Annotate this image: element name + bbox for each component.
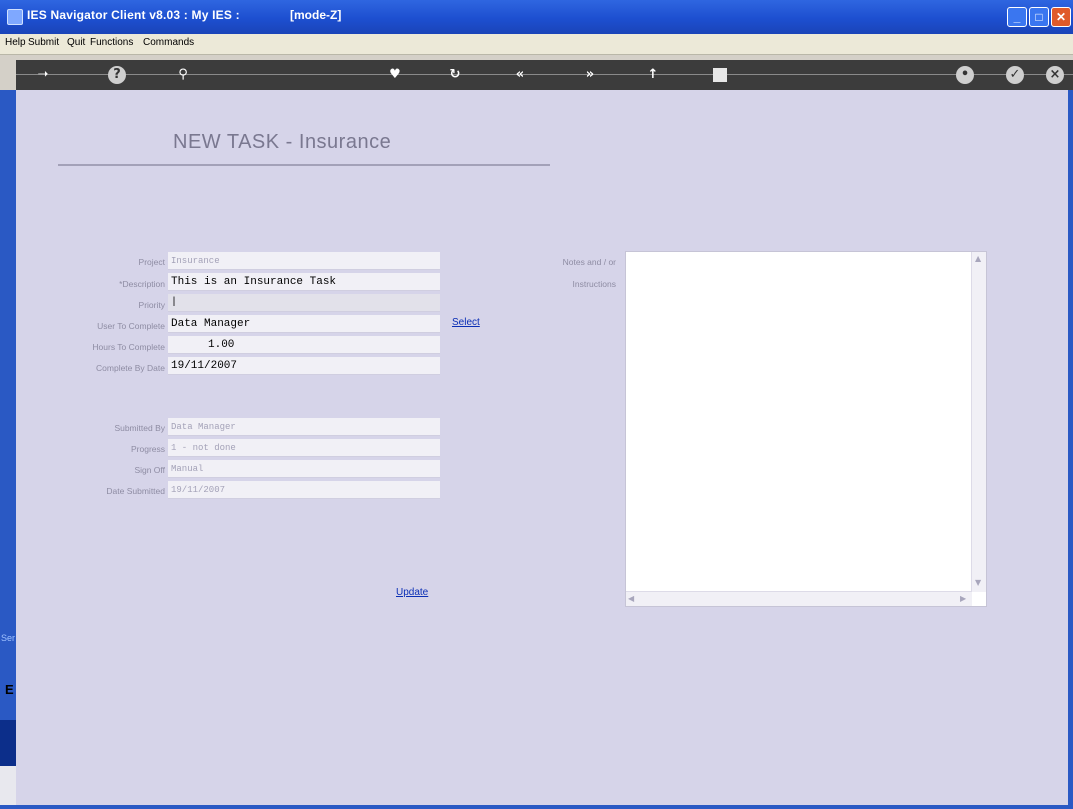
app-icon <box>7 9 23 25</box>
bottom-edge <box>0 805 1073 809</box>
progress-field: 1 - not done <box>168 439 440 457</box>
scroll-right-icon[interactable]: ▶ <box>960 594 966 603</box>
toolbar: ➝ ? ⚲ ♥ ↻ « » ↑ • ✓ × <box>16 60 1073 90</box>
menu-help[interactable]: Help <box>5 37 26 48</box>
scroll-down-icon[interactable]: ▼ <box>975 578 981 587</box>
maximize-button[interactable]: □ <box>1029 7 1049 27</box>
menu-submit[interactable]: Submit <box>28 37 59 48</box>
up-icon[interactable]: ↑ <box>644 66 662 84</box>
notes-horizontal-scrollbar[interactable]: ◀ ▶ <box>626 591 972 606</box>
progress-label: Progress <box>130 444 165 454</box>
date-submitted-label: Date Submitted <box>106 486 165 496</box>
window-title: IES Navigator Client v8.03 : My IES : <box>27 8 240 22</box>
menu-functions[interactable]: Functions <box>90 37 133 48</box>
priority-label: Priority <box>138 300 165 310</box>
check-icon[interactable]: ✓ <box>1006 66 1024 84</box>
help-icon[interactable]: ? <box>108 66 126 84</box>
title-divider <box>58 164 550 166</box>
notes-label-line1: Notes and / or <box>562 257 616 267</box>
date-submitted-field: 19/11/2007 <box>168 481 440 499</box>
minimize-button[interactable]: _ <box>1007 7 1027 27</box>
app-window: IES Navigator Client v8.03 : My IES : [m… <box>0 0 1073 809</box>
menu-commands[interactable]: Commands <box>143 37 194 48</box>
sidebar-panel <box>0 766 16 806</box>
sidebar-letter: E <box>5 682 14 697</box>
hours-to-complete-label: Hours To Complete <box>92 342 165 352</box>
sign-off-field: Manual <box>168 460 440 478</box>
right-edge <box>1068 90 1073 809</box>
priority-input[interactable]: | <box>168 294 440 312</box>
heart-icon[interactable]: ♥ <box>386 66 404 84</box>
close-button[interactable]: ✕ <box>1051 7 1071 27</box>
stop-icon[interactable] <box>713 68 727 82</box>
hours-to-complete-input[interactable]: 1.00 <box>168 336 440 354</box>
notes-textarea[interactable]: ▲ ▼ ◀ ▶ <box>625 251 987 607</box>
scroll-left-icon[interactable]: ◀ <box>628 594 634 603</box>
menu-quit[interactable]: Quit <box>67 37 85 48</box>
submitted-by-field: Data Manager <box>168 418 440 436</box>
window-mode: [mode-Z] <box>290 8 342 22</box>
complete-by-date-label: Complete By Date <box>96 363 165 373</box>
forward-icon[interactable]: » <box>581 66 599 84</box>
description-input[interactable]: This is an Insurance Task <box>168 273 440 291</box>
scroll-up-icon[interactable]: ▲ <box>975 254 981 263</box>
user-to-complete-label: User To Complete <box>97 321 165 331</box>
project-label: Project <box>138 257 165 267</box>
user-to-complete-input[interactable]: Data Manager <box>168 315 440 333</box>
description-label: *Description <box>119 279 165 289</box>
menu-bar: Help Submit Quit Functions Commands <box>0 34 1073 55</box>
update-link[interactable]: Update <box>396 587 428 598</box>
complete-by-date-input[interactable]: 19/11/2007 <box>168 357 440 375</box>
page-title: NEW TASK - Insurance <box>173 131 392 153</box>
rewind-icon[interactable]: « <box>511 66 529 84</box>
title-bar[interactable]: IES Navigator Client v8.03 : My IES : [m… <box>0 0 1073 34</box>
submitted-by-label: Submitted By <box>114 423 165 433</box>
arrow-icon[interactable]: ➝ <box>34 66 52 84</box>
project-field[interactable]: Insurance <box>168 252 440 270</box>
notes-vertical-scrollbar[interactable]: ▲ ▼ <box>971 252 986 592</box>
cancel-icon[interactable]: × <box>1046 66 1064 84</box>
refresh-icon[interactable]: ↻ <box>446 66 464 84</box>
select-link[interactable]: Select <box>452 317 480 328</box>
search-icon[interactable]: ⚲ <box>174 66 192 84</box>
sidebar-tab-label: Ser <box>1 633 16 643</box>
notes-label-line2: Instructions <box>572 279 616 289</box>
sign-off-label: Sign Off <box>134 465 165 475</box>
record-icon[interactable]: • <box>956 66 974 84</box>
